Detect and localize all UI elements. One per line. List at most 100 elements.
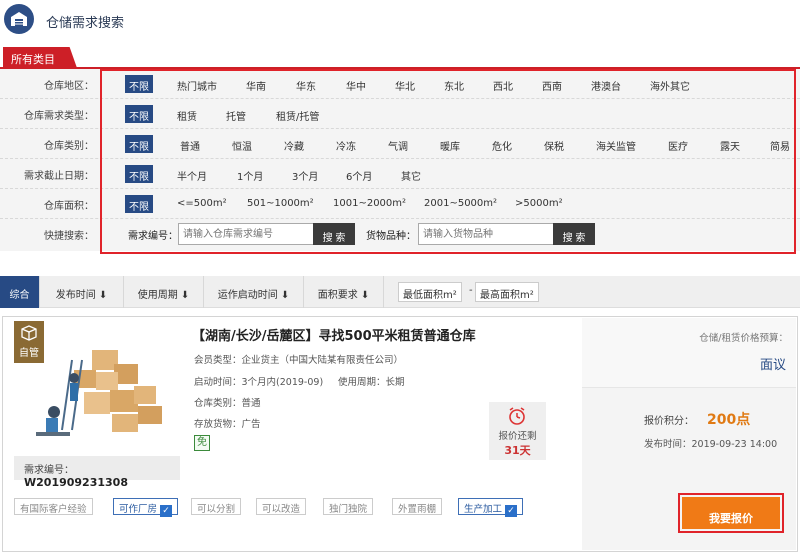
tag: 可作厂房 ✓ [113,498,179,517]
filter-option[interactable]: 华南 [242,75,270,93]
filter-option[interactable]: 露天 [716,135,744,153]
free-icon: 免 [194,435,210,451]
filter-row-quick-search: 快捷搜索： 需求编号： 搜 索 货物品种： 搜 索 [0,219,800,249]
filter-option[interactable]: 海外其它 [646,75,694,93]
filter-option[interactable]: 气调 [384,135,412,153]
sort-area[interactable]: 面积要求 ⬇ [304,276,384,308]
filter-option[interactable]: 6个月 [342,165,376,183]
filter-option[interactable]: 1001~2000m² [329,195,410,213]
filter-option[interactable]: 简易 [766,135,794,153]
filter-option[interactable]: 冷藏 [280,135,308,153]
filter-row-area: 仓库面积： 不限 <=500m² 501~1000m² 1001~2000m² … [0,189,800,219]
filter-option[interactable]: 不限 [125,135,153,153]
goods-search-button[interactable]: 搜 索 [553,223,595,245]
req-no-label: 需求编号： [128,231,178,242]
listing-title[interactable]: 【湖南/长沙/岳麓区】寻找500平米租赁普通仓库 [192,325,476,344]
tag-label: 可以分割 [197,504,236,515]
sort-label: 综合 [9,290,30,301]
sort-publish-time[interactable]: 发布时间 ⬇ [40,276,124,308]
filter-option[interactable]: 华中 [342,75,370,93]
filter-row-req-type: 仓库需求类型： 不限 租赁 托管 租赁/托管 [0,99,800,129]
sort-label: 面积要求 [317,290,358,301]
tag-label: 外置雨棚 [398,504,437,515]
filter-label: 需求截止日期： [24,171,94,182]
tag-label: 可作厂房 [119,504,158,515]
alarm-clock-icon [509,407,525,425]
sort-label: 运作启动时间 [217,290,278,301]
filter-option[interactable]: 半个月 [173,165,211,183]
filter-option[interactable]: 危化 [488,135,516,153]
filter-option[interactable]: 其它 [397,165,425,183]
filter-option[interactable]: 华北 [391,75,419,93]
self-managed-badge: 自管 [14,321,44,363]
filter-option[interactable]: 不限 [125,105,153,123]
listing-goods: 存放货物：广告 [194,419,261,430]
filter-option[interactable]: 冷冻 [332,135,360,153]
filter-option[interactable]: 医疗 [664,135,692,153]
sort-use-cycle[interactable]: 使用周期 ⬇ [124,276,204,308]
goods-input[interactable] [418,223,554,245]
sort-default[interactable]: 综合 [0,276,40,308]
req-no-value: W201909231308 [24,476,128,489]
filter-option[interactable]: 不限 [125,165,153,183]
tag: 有国际客户经验 [14,498,93,515]
req-no-input[interactable] [178,223,314,245]
arrow-down-icon: ⬇ [180,290,190,301]
sort-bar: 综合 发布时间 ⬇ 使用周期 ⬇ 运作启动时间 ⬇ 面积要求 ⬇ 最低面积m² … [0,276,800,308]
tag-label: 可以改造 [262,504,301,515]
page-title: 仓储需求搜索 [46,16,125,31]
listing-wh-type: 仓库类别：普通 [194,398,261,409]
page-header: 仓储需求搜索 [0,0,800,40]
filter-label: 快捷搜索： [44,231,94,242]
quote-button[interactable]: 我要报价 [682,497,780,529]
publish-time: 发布时间：2019-09-23 14:00 [644,439,778,450]
filter-option[interactable]: 西北 [489,75,517,93]
filter-option[interactable]: 租赁 [173,105,201,123]
max-area-input[interactable]: 最高面积m² [475,282,539,302]
filter-option[interactable]: 热门城市 [173,75,221,93]
filter-option[interactable]: 东北 [440,75,468,93]
listing-req-no: 需求编号： W201909231308 [14,456,180,489]
tag: 外置雨棚 [392,498,443,515]
filter-option[interactable]: <=500m² [173,195,231,213]
filter-label: 仓库需求类型： [24,111,94,122]
category-tab[interactable]: 所有类目 [3,47,77,68]
min-area-input[interactable]: 最低面积m² [398,282,462,302]
req-no-search-button[interactable]: 搜 索 [313,223,355,245]
filter-option[interactable]: 普通 [176,135,204,153]
box-icon [21,325,37,341]
filter-row-wh-type: 仓库类别： 不限 普通 恒温 冷藏 冷冻 气调 暖库 危化 保税 海关监管 医疗… [0,129,800,159]
sort-label: 使用周期 [137,290,178,301]
score-label: 报价积分： [644,416,694,427]
arrow-down-icon: ⬇ [280,290,290,301]
quote-remaining: 报价还剩 31天 [489,402,546,460]
filter-option[interactable]: 2001~5000m² [420,195,501,213]
filter-option[interactable]: 托管 [222,105,250,123]
filter-option[interactable]: 不限 [125,195,153,213]
filter-option[interactable]: 保税 [540,135,568,153]
score-value: 200点 [707,412,751,428]
filter-option[interactable]: 华东 [292,75,320,93]
filter-option[interactable]: 港澳台 [587,75,625,93]
filter-label: 仓库类别： [44,141,94,152]
tag: 可以改造 [256,498,307,515]
filter-option[interactable]: 海关监管 [592,135,640,153]
remain-days: 31天 [504,444,531,457]
listing-start: 启动时间：3个月内(2019-09) [194,377,324,388]
filter-option[interactable]: 暖库 [436,135,464,153]
remain-label: 报价还剩 [498,431,537,442]
budget-label: 仓储/租赁价格预算： [699,333,788,344]
goods-label: 货物品种： [366,231,416,242]
filter-option[interactable]: 西南 [538,75,566,93]
filter-option[interactable]: 1个月 [233,165,267,183]
sort-start-time[interactable]: 运作启动时间 ⬇ [204,276,304,308]
filter-option[interactable]: 恒温 [228,135,256,153]
filter-option[interactable]: 不限 [125,75,153,93]
range-dash: - [469,285,473,296]
filter-option[interactable]: 租赁/托管 [272,105,323,123]
listing-member: 会员类型：企业货主（中国大陆某有限责任公司） [194,355,404,366]
filter-option[interactable]: >5000m² [511,195,567,213]
tag: 独门独院 [323,498,374,515]
filter-option[interactable]: 3个月 [288,165,322,183]
filter-option[interactable]: 501~1000m² [243,195,318,213]
